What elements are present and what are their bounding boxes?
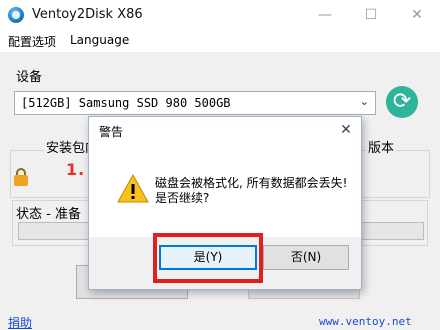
chevron-down-icon: ⌄ — [359, 95, 369, 108]
minimize-button[interactable]: — — [302, 0, 348, 30]
maximize-button[interactable]: ☐ — [348, 0, 394, 30]
refresh-button[interactable]: ⟳ — [386, 86, 418, 118]
device-label: 设备 — [16, 70, 43, 85]
menu-config-options[interactable]: 配置选项 — [8, 33, 56, 50]
dialog-message-line-2: 是否继续? — [155, 191, 210, 205]
menu-bar: 配置选项 Language — [0, 30, 440, 52]
dialog-message: 磁盘会被格式化, 所有数据都会丢失! 是否继续? — [155, 176, 347, 206]
device-version-label: 版本 — [366, 137, 397, 156]
title-bar: Ventoy2Disk X86 — ☐ ✕ — [0, 0, 440, 30]
refresh-icon: ⟳ — [392, 89, 412, 114]
no-button[interactable]: 否(N) — [263, 245, 349, 270]
highlight-frame — [153, 233, 263, 283]
close-button[interactable]: ✕ — [394, 0, 440, 30]
menu-language[interactable]: Language — [70, 33, 129, 47]
window-title: Ventoy2Disk X86 — [32, 7, 143, 22]
dialog-title: 警告 — [99, 125, 124, 139]
device-select[interactable]: [512GB] Samsung SSD 980 500GB ⌄ — [14, 91, 376, 115]
close-icon[interactable]: ✕ — [335, 120, 357, 140]
warning-icon — [117, 173, 149, 203]
local-version-value: 1. — [66, 160, 86, 179]
device-select-value: [512GB] Samsung SSD 980 500GB — [21, 96, 231, 110]
lock-icon — [14, 168, 28, 186]
donate-link[interactable]: 捐助 — [8, 314, 32, 330]
ventoy-app-icon — [8, 7, 24, 23]
status-label: 状态 - 准备 — [16, 207, 81, 222]
dialog-message-line-1: 磁盘会被格式化, 所有数据都会丢失! — [155, 176, 348, 190]
website-link[interactable]: www.ventoy.net — [319, 315, 412, 328]
